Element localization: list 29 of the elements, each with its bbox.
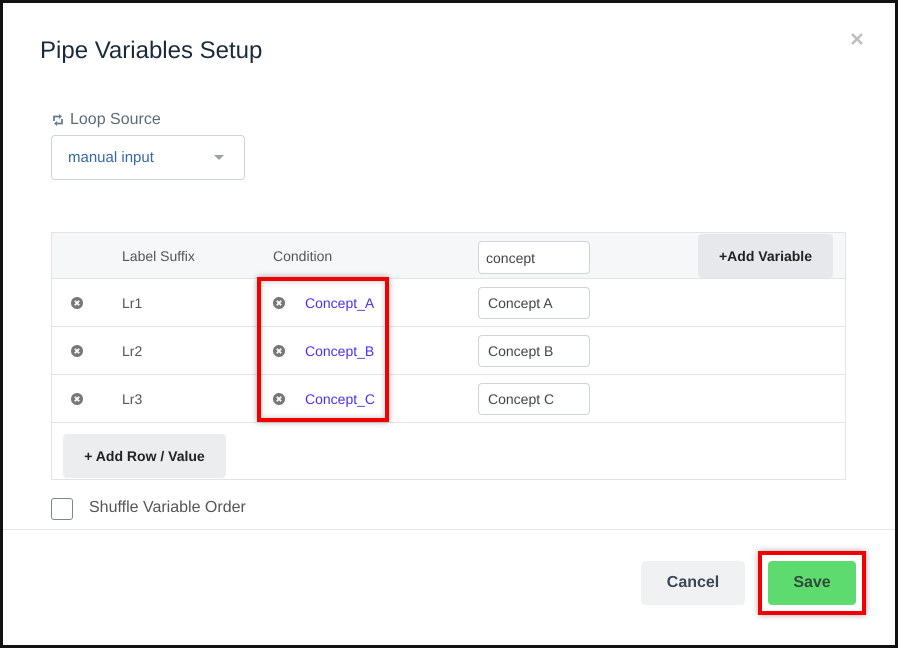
column-header: Condition xyxy=(273,248,332,264)
remove-row-icon[interactable] xyxy=(71,344,83,356)
dialog-title: Pipe Variables Setup xyxy=(40,36,262,66)
checkbox[interactable] xyxy=(51,498,73,520)
shuffle-label: Shuffle Variable Order xyxy=(89,499,246,517)
label-suffix-text: Lr2 xyxy=(122,342,142,358)
condition-link[interactable]: Concept_A xyxy=(305,294,374,310)
loop-arrows-icon xyxy=(52,114,64,126)
label-suffix-text: Lr1 xyxy=(122,294,142,310)
remove-row-icon[interactable] xyxy=(71,392,83,404)
column-header: Label Suffix xyxy=(122,248,195,264)
remove-condition-icon[interactable] xyxy=(273,392,285,404)
condition-link[interactable]: Concept_B xyxy=(305,342,374,358)
caret-icon xyxy=(214,155,224,160)
remove-condition-icon[interactable] xyxy=(273,344,285,356)
loop-source-label: Loop Source xyxy=(70,111,161,129)
remove-condition-icon[interactable] xyxy=(273,296,285,308)
save-button[interactable]: Save xyxy=(768,561,856,605)
loop-source-dropdown[interactable]: manual input xyxy=(51,135,245,180)
add-row-button[interactable]: + Add Row / Value xyxy=(63,434,226,478)
value-input[interactable]: Concept A xyxy=(478,286,590,318)
value-input[interactable]: Concept B xyxy=(478,334,590,366)
condition-link[interactable]: Concept_C xyxy=(305,390,376,406)
cancel-button[interactable]: Cancel xyxy=(641,561,745,605)
remove-row-icon[interactable] xyxy=(71,296,83,308)
add-variable-button[interactable]: +Add Variable xyxy=(698,234,833,278)
label-suffix-text: Lr3 xyxy=(122,390,142,406)
value-input[interactable]: Concept C xyxy=(478,382,590,414)
variable-name-input[interactable]: concept xyxy=(478,241,590,274)
